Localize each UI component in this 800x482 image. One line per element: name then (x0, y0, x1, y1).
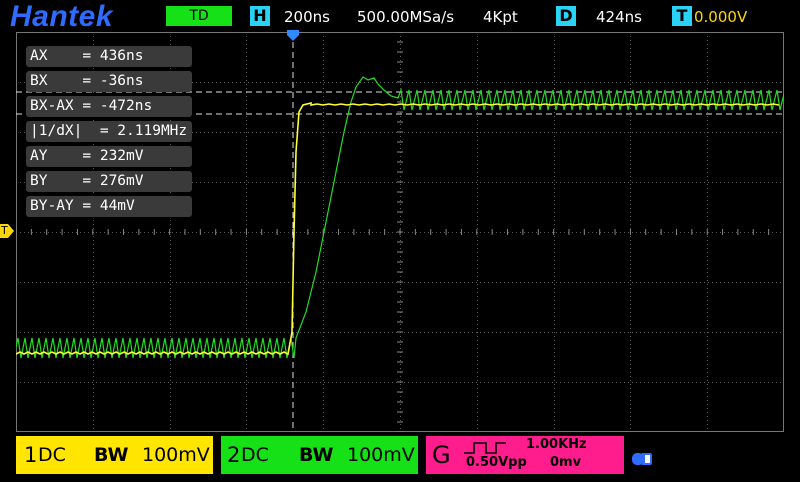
channel-2-coupling: DC (241, 444, 269, 466)
timebase-value: 200ns (284, 8, 330, 26)
sample-rate: 500.00MSa/s (357, 8, 455, 26)
generator-offset: 0mv (550, 455, 582, 470)
trigger-icon[interactable]: T (672, 6, 692, 26)
trigger-level: 0.000V (694, 8, 748, 26)
cursor-by: BY = 276mV (26, 171, 192, 192)
cursor-freq: |1/dX| = 2.119MHz (26, 121, 192, 142)
channel-1-number: 1 (24, 443, 38, 467)
channel-2-info[interactable]: 2 DC BW 100mV (221, 436, 418, 474)
cursor-ax: AX = 436ns (26, 46, 192, 67)
bottom-channel-bar: 1 DC BW 100mV 2 DC BW 100mV G 1.00KHz 0.… (0, 436, 800, 480)
top-status-bar: Hantek TD H 200ns 500.00MSa/s 4Kpt D 424… (0, 0, 800, 33)
delay-value: 424ns (596, 8, 642, 26)
generator-letter: G (432, 441, 451, 469)
trigger-position-marker[interactable] (286, 30, 300, 42)
channel-1-coupling: DC (38, 444, 66, 466)
brand-logo: Hantek (10, 0, 114, 33)
channel-1-bw: BW (94, 444, 129, 466)
timebase-icon[interactable]: H (250, 6, 270, 26)
channel-1-info[interactable]: 1 DC BW 100mV (16, 436, 213, 474)
delay-icon[interactable]: D (556, 6, 576, 26)
channel-2-bw: BW (299, 444, 334, 466)
mode-indicator[interactable]: TD (166, 6, 232, 26)
generator-info[interactable]: G 1.00KHz 0.50Vpp 0mv (426, 436, 624, 474)
memory-depth: 4Kpt (483, 8, 518, 26)
cursor-bx: BX = -36ns (26, 71, 192, 92)
trigger-level-marker[interactable]: T (0, 224, 14, 238)
channel-2-scale: 100mV (347, 444, 415, 466)
usb-icon (632, 453, 652, 465)
cursor-ay: AY = 232mV (26, 146, 192, 167)
generator-amplitude: 0.50Vpp (466, 455, 527, 470)
cursor-dy: BY-AY = 44mV (26, 196, 192, 217)
trigger-level-marker-label: T (1, 224, 8, 237)
waveform-display[interactable] (16, 32, 784, 432)
channel-2-number: 2 (227, 443, 241, 467)
channel-1-scale: 100mV (142, 444, 210, 466)
channel-2-trace (16, 76, 784, 359)
cursor-dx: BX-AX = -472ns (26, 96, 192, 117)
